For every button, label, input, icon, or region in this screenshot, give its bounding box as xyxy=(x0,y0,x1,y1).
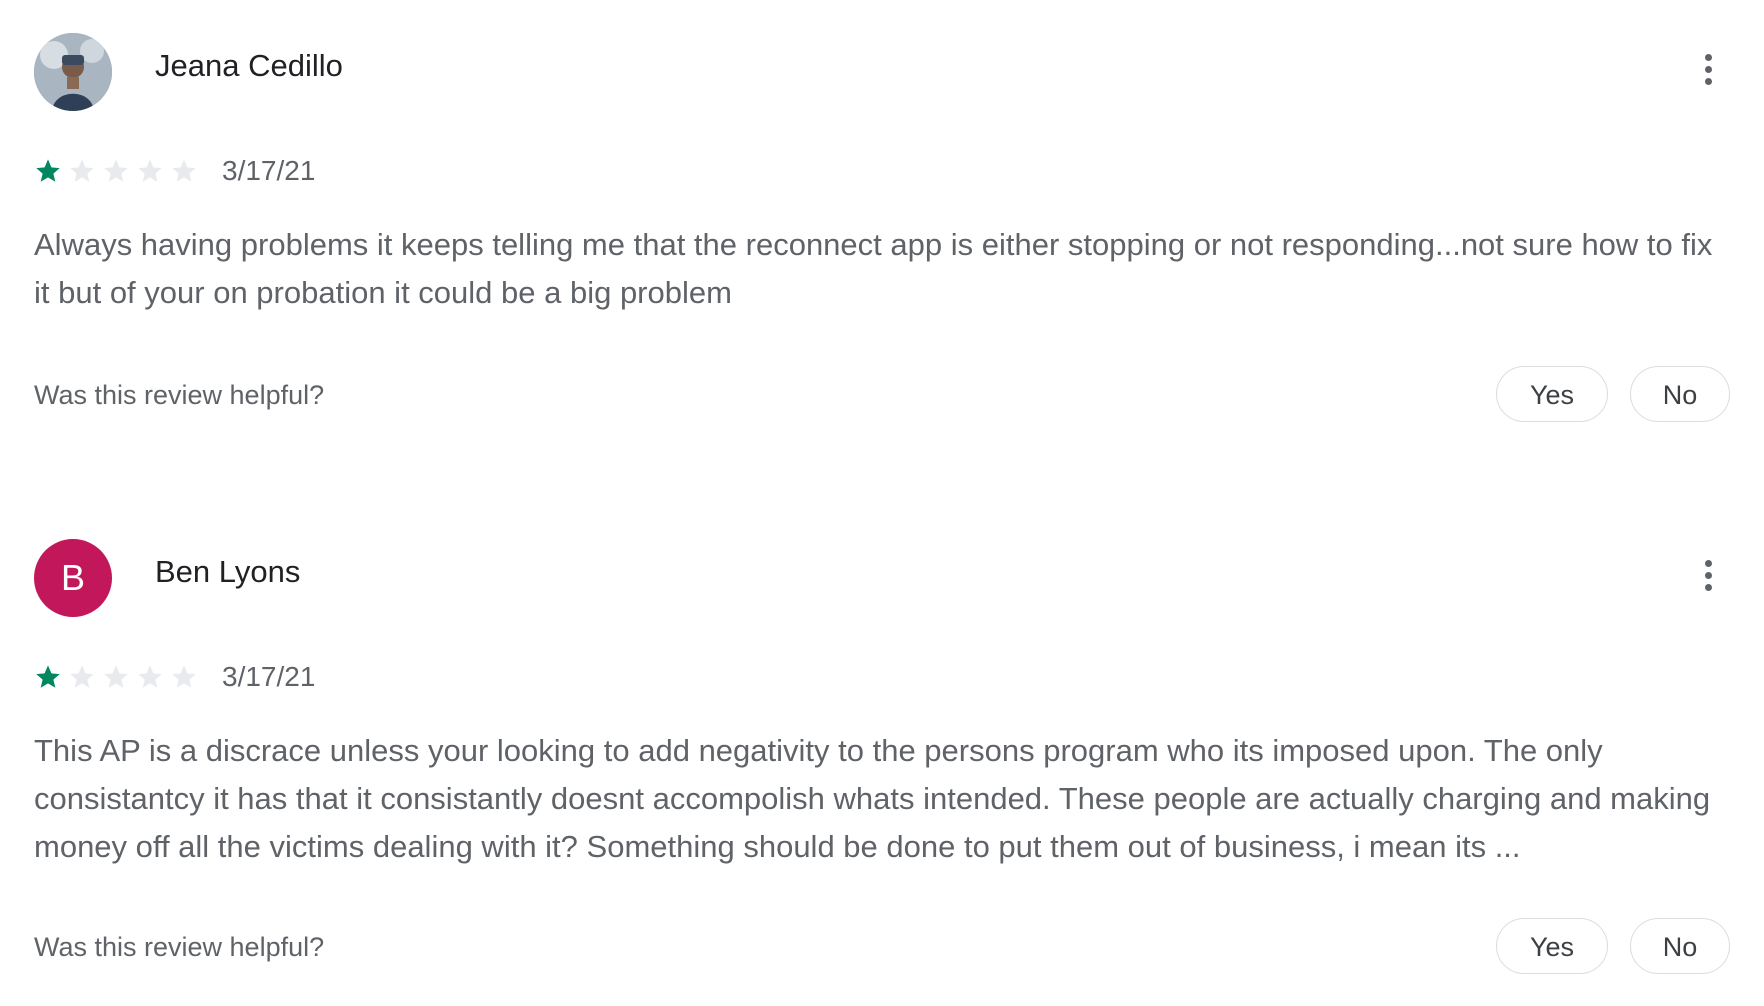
review-text: This AP is a discrace unless your lookin… xyxy=(34,733,1711,864)
star-icon xyxy=(70,159,94,182)
helpful-row: Was this review helpful? Yes No xyxy=(34,918,1740,976)
review-text: Always having problems it keeps telling … xyxy=(34,227,1713,310)
review-author: Jeana Cedillo xyxy=(155,48,343,83)
star-icon xyxy=(172,159,196,182)
helpful-question: Was this review helpful? xyxy=(34,932,325,962)
rating-row: 3/17/21 xyxy=(34,155,315,187)
helpful-no-button[interactable]: No xyxy=(1630,366,1730,422)
more-vert-icon xyxy=(1704,559,1712,567)
avatar: B xyxy=(34,539,112,617)
star-rating xyxy=(34,663,198,691)
star-icon xyxy=(36,665,60,688)
review-date: 3/17/21 xyxy=(222,155,316,186)
helpful-row: Was this review helpful? Yes No xyxy=(34,366,1740,424)
star-icon xyxy=(172,665,196,688)
helpful-yes-button[interactable]: Yes xyxy=(1496,366,1608,422)
more-options-button[interactable] xyxy=(1696,49,1720,89)
helpful-yes-button[interactable]: Yes xyxy=(1496,918,1608,974)
rating-row: 3/17/21 xyxy=(34,661,315,693)
helpful-question: Was this review helpful? xyxy=(34,380,325,410)
review-author: Ben Lyons xyxy=(155,554,301,589)
avatar-photo xyxy=(34,33,112,111)
star-icon xyxy=(104,665,128,688)
star-icon xyxy=(70,665,94,688)
avatar xyxy=(34,33,112,111)
review-date: 3/17/21 xyxy=(222,661,316,692)
helpful-no-button[interactable]: No xyxy=(1630,918,1730,974)
star-icon xyxy=(36,159,60,182)
more-options-button[interactable] xyxy=(1696,555,1720,595)
star-icon xyxy=(104,159,128,182)
star-icon xyxy=(138,159,162,182)
star-rating xyxy=(34,157,198,185)
more-vert-icon xyxy=(1704,53,1712,61)
star-icon xyxy=(138,665,162,688)
